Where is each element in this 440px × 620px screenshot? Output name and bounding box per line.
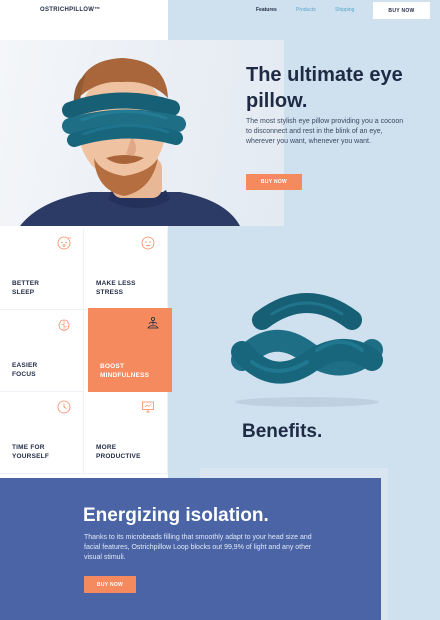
hero-title: The ultimate eye pillow. xyxy=(246,64,403,112)
meditation-icon xyxy=(147,316,159,329)
benefit-label: MAKE LESS STRESS xyxy=(96,280,136,296)
calm-face-icon xyxy=(141,236,155,250)
isolation-title: Energizing isolation. xyxy=(83,505,269,526)
benefits-heading: Benefits. xyxy=(242,421,323,442)
benefit-tile-more-productive[interactable]: MORE PRODUCTIVE xyxy=(84,392,168,474)
benefit-label: TIME FOR YOURSELF xyxy=(12,444,49,460)
sleepy-face-icon: zz xyxy=(57,236,71,250)
isolation-buy-now-button[interactable]: BUY NOW xyxy=(84,576,136,593)
benefit-label: MORE PRODUCTIVE xyxy=(96,444,141,460)
benefit-label: BETTER SLEEP xyxy=(12,280,40,296)
nav-shipping-link[interactable]: Shipping xyxy=(335,7,354,13)
benefit-label: EASIER FOCUS xyxy=(12,362,38,378)
benefit-tile-easier-focus[interactable]: EASIER FOCUS xyxy=(0,310,84,392)
hero-photo xyxy=(0,40,284,226)
hero-buy-now-button[interactable]: BUY NOW xyxy=(246,174,302,190)
clock-icon xyxy=(57,400,71,414)
header-left-background xyxy=(0,0,168,40)
brand-logo[interactable]: OSTRICHPILLOW™ xyxy=(40,7,101,13)
svg-text:zz: zz xyxy=(68,236,71,240)
benefit-tile-boost-mindfulness[interactable]: BOOST MINDFULNESS xyxy=(88,308,172,392)
nav-products-link[interactable]: Products xyxy=(296,7,316,13)
monitor-icon xyxy=(142,401,154,413)
hero-description: The most stylish eye pillow providing yo… xyxy=(246,118,404,146)
man-wearing-eye-pillow-illustration xyxy=(20,58,240,226)
isolation-description: Thanks to its microbeads filling that sm… xyxy=(84,534,312,562)
nav-features-link[interactable]: Features xyxy=(256,7,277,13)
benefit-label: BOOST MINDFULNESS xyxy=(100,363,150,379)
benefit-tile-better-sleep[interactable]: zz BETTER SLEEP xyxy=(0,228,84,310)
header-buy-now-button[interactable]: BUY NOW xyxy=(373,2,430,19)
benefit-tile-make-less-stress[interactable]: MAKE LESS STRESS xyxy=(84,228,168,310)
eye-pillow-product-image xyxy=(231,293,383,407)
brain-icon xyxy=(58,319,70,331)
benefit-tile-time-for-yourself[interactable]: TIME FOR YOURSELF xyxy=(0,392,84,474)
